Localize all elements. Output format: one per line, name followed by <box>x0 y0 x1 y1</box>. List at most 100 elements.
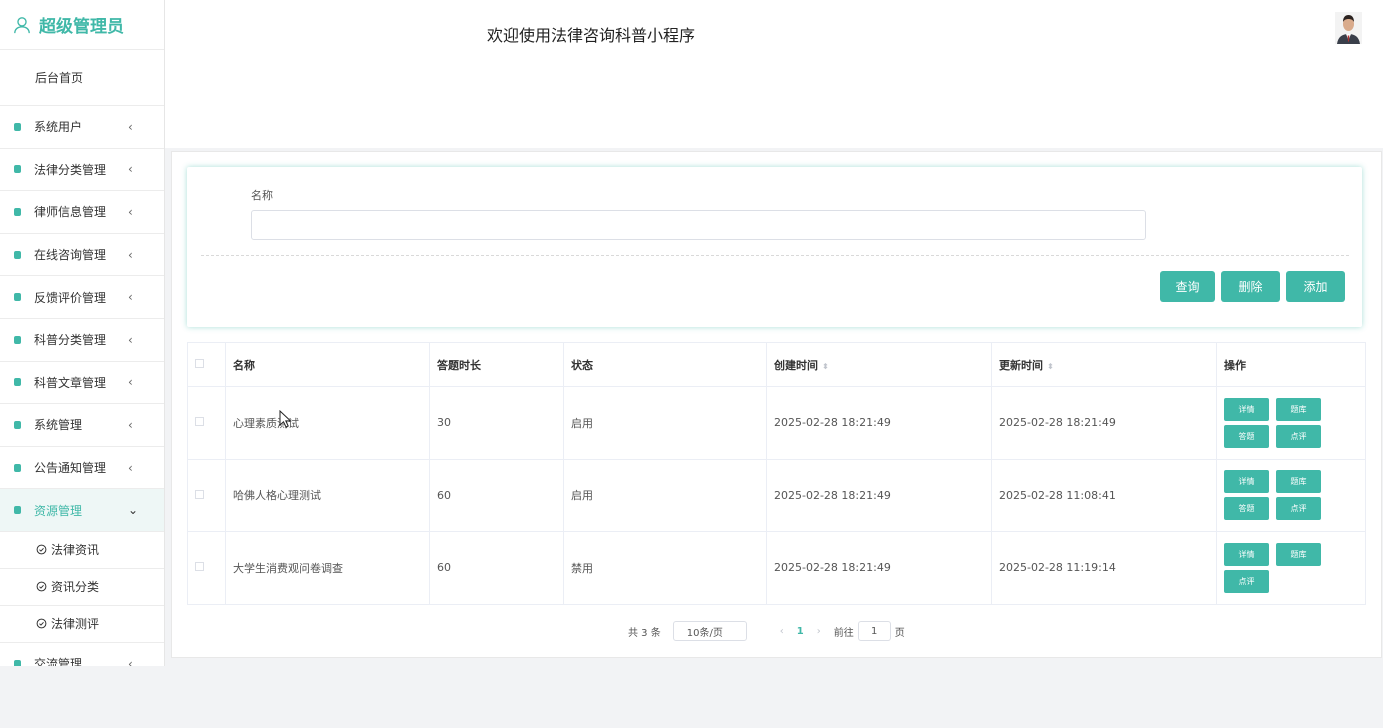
sidebar-subitem-news-category[interactable]: 资讯分类 <box>0 569 164 606</box>
clock-icon <box>36 582 47 592</box>
row-select-cell <box>187 458 226 533</box>
search-label: 名称 <box>251 189 273 202</box>
menu-bullet-icon <box>14 506 21 515</box>
select-all-cell <box>187 342 226 387</box>
row-select-cell <box>187 386 226 460</box>
question-bank-button[interactable]: 题库 <box>1276 397 1321 421</box>
brand-title: 超级管理员 <box>39 17 124 37</box>
sidebar-item-label: 系统用户 <box>34 120 83 135</box>
cell-name: 心理素质测试 <box>225 386 430 460</box>
chevron-left-icon: ‹ <box>128 247 133 262</box>
column-header-label: 创建时间 <box>774 358 818 372</box>
table-row: 哈佛人格心理测试 60 启用 2025-02-28 18:21:49 2025-… <box>187 458 1366 533</box>
search-form: 名称 查询 删除 添加 <box>187 167 1362 327</box>
sidebar-item-label: 系统管理 <box>34 418 83 433</box>
sidebar-subitem-law-news[interactable]: 法律资讯 <box>0 532 164 569</box>
sidebar-subitem-label: 法律资讯 <box>51 543 100 558</box>
table-row: 心理素质测试 30 启用 2025-02-28 18:21:49 2025-02… <box>187 386 1366 460</box>
sidebar-item-feedback[interactable]: 反馈评价管理 ‹ <box>0 276 164 319</box>
cell-status: 启用 <box>563 458 767 533</box>
detail-button[interactable]: 详情 <box>1224 542 1269 566</box>
review-button[interactable]: 点评 <box>1224 569 1269 593</box>
goto-label: 前往 <box>833 627 854 639</box>
page-size-select[interactable]: 10条/页 <box>672 621 747 641</box>
cell-status: 启用 <box>563 386 767 460</box>
question-bank-button[interactable]: 题库 <box>1276 470 1321 494</box>
query-button[interactable]: 查询 <box>1160 271 1215 302</box>
sidebar-item-law-category[interactable]: 法律分类管理 ‹ <box>0 149 164 192</box>
page-number-current[interactable]: 1 <box>797 626 804 637</box>
page-unit-label: 页 <box>894 627 905 639</box>
header: 欢迎使用法律咨询科普小程序 <box>165 0 1383 148</box>
sidebar-subitem-law-test[interactable]: 法律测评 <box>0 606 164 643</box>
detail-button[interactable]: 详情 <box>1224 470 1269 494</box>
review-button[interactable]: 点评 <box>1276 497 1321 521</box>
detail-button[interactable]: 详情 <box>1224 397 1269 421</box>
menu-bullet-icon <box>14 122 21 131</box>
data-table: 名称 答题时长 状态 创建时间 ⬍ 更新时间 ⬍ 操作 心理素质测试 30 启用 2… <box>187 342 1366 605</box>
sidebar: 超级管理员 后台首页 系统用户 ‹ 法律分类管理 ‹ 律师信息管理 ‹ 在线咨询管理 ‹… <box>0 0 165 728</box>
sidebar-item-label: 法律分类管理 <box>34 162 107 177</box>
chevron-left-icon: ‹ <box>128 417 133 432</box>
goto-page-input[interactable]: 1 <box>857 621 891 641</box>
column-header: 答题时长 <box>429 342 564 387</box>
sidebar-footer-space <box>0 666 165 728</box>
column-header-sortable[interactable]: 更新时间 ⬍ <box>991 342 1217 387</box>
sidebar-item-resource[interactable]: 资源管理 ⌄ <box>0 489 164 532</box>
next-page-icon[interactable]: › <box>817 626 821 637</box>
sort-icon[interactable]: ⬍ <box>1047 362 1054 371</box>
menu-bullet-icon <box>14 420 21 429</box>
cell-created: 2025-02-28 18:21:49 <box>766 458 992 533</box>
row-checkbox[interactable] <box>195 489 204 499</box>
cell-created: 2025-02-28 18:21:49 <box>766 386 992 460</box>
pagination: 共 3 条 10条/页 ‹ 1 › 前往 1 页 <box>628 621 905 641</box>
row-checkbox[interactable] <box>195 417 204 427</box>
add-button[interactable]: 添加 <box>1286 271 1345 302</box>
sidebar-item-online-consult[interactable]: 在线咨询管理 ‹ <box>0 234 164 277</box>
cell-duration: 60 <box>429 458 564 533</box>
divider <box>201 255 1349 256</box>
sidebar-item-system-users[interactable]: 系统用户 ‹ <box>0 106 164 149</box>
sort-icon[interactable]: ⬍ <box>822 362 829 371</box>
cell-duration: 60 <box>429 531 564 605</box>
cell-updated: 2025-02-28 11:19:14 <box>991 531 1217 605</box>
delete-button[interactable]: 删除 <box>1221 271 1280 302</box>
column-header-sortable[interactable]: 创建时间 ⬍ <box>766 342 992 387</box>
menu-bullet-icon <box>14 463 21 472</box>
chevron-left-icon: ‹ <box>128 375 133 390</box>
sidebar-item-science-category[interactable]: 科普分类管理 ‹ <box>0 319 164 362</box>
prev-page-icon[interactable]: ‹ <box>780 626 784 637</box>
cell-status: 禁用 <box>563 531 767 605</box>
column-header: 名称 <box>225 342 430 387</box>
sidebar-item-label: 资源管理 <box>34 503 83 518</box>
sidebar-item-lawyer-info[interactable]: 律师信息管理 ‹ <box>0 191 164 234</box>
sidebar-item-science-article[interactable]: 科普文章管理 ‹ <box>0 362 164 405</box>
name-search-input[interactable] <box>251 210 1146 240</box>
chevron-left-icon: ‹ <box>128 290 133 305</box>
sidebar-item-notice[interactable]: 公告通知管理 ‹ <box>0 447 164 490</box>
chevron-left-icon: ‹ <box>128 204 133 219</box>
review-button[interactable]: 点评 <box>1276 424 1321 448</box>
table-row: 大学生消费观问卷调查 60 禁用 2025-02-28 18:21:49 202… <box>187 531 1366 605</box>
cell-updated: 2025-02-28 18:21:49 <box>991 386 1217 460</box>
cell-ops: 详情 题库 答题 点评 <box>1216 458 1366 533</box>
chevron-down-icon: ⌄ <box>128 503 139 518</box>
chevron-left-icon: ‹ <box>128 162 133 177</box>
sidebar-item-label: 公告通知管理 <box>34 461 107 476</box>
answer-button[interactable]: 答题 <box>1224 424 1269 448</box>
question-bank-button[interactable]: 题库 <box>1276 542 1321 566</box>
sidebar-item-home[interactable]: 后台首页 <box>0 50 164 106</box>
menu-bullet-icon <box>14 250 21 259</box>
page-title: 欢迎使用法律咨询科普小程序 <box>487 26 696 45</box>
answer-button[interactable]: 答题 <box>1224 497 1269 521</box>
sidebar-item-label: 在线咨询管理 <box>34 248 107 263</box>
sidebar-item-system-manage[interactable]: 系统管理 ‹ <box>0 404 164 447</box>
row-checkbox[interactable] <box>195 562 204 572</box>
avatar[interactable] <box>1335 12 1362 44</box>
brand: 超级管理员 <box>0 0 164 50</box>
select-all-checkbox[interactable] <box>195 359 204 368</box>
sidebar-item-exchange[interactable]: 交流管理 ‹ <box>0 643 164 666</box>
sidebar-item-label: 交流管理 <box>34 657 83 666</box>
menu-bullet-icon <box>14 207 21 216</box>
menu-bullet-icon <box>14 335 21 344</box>
